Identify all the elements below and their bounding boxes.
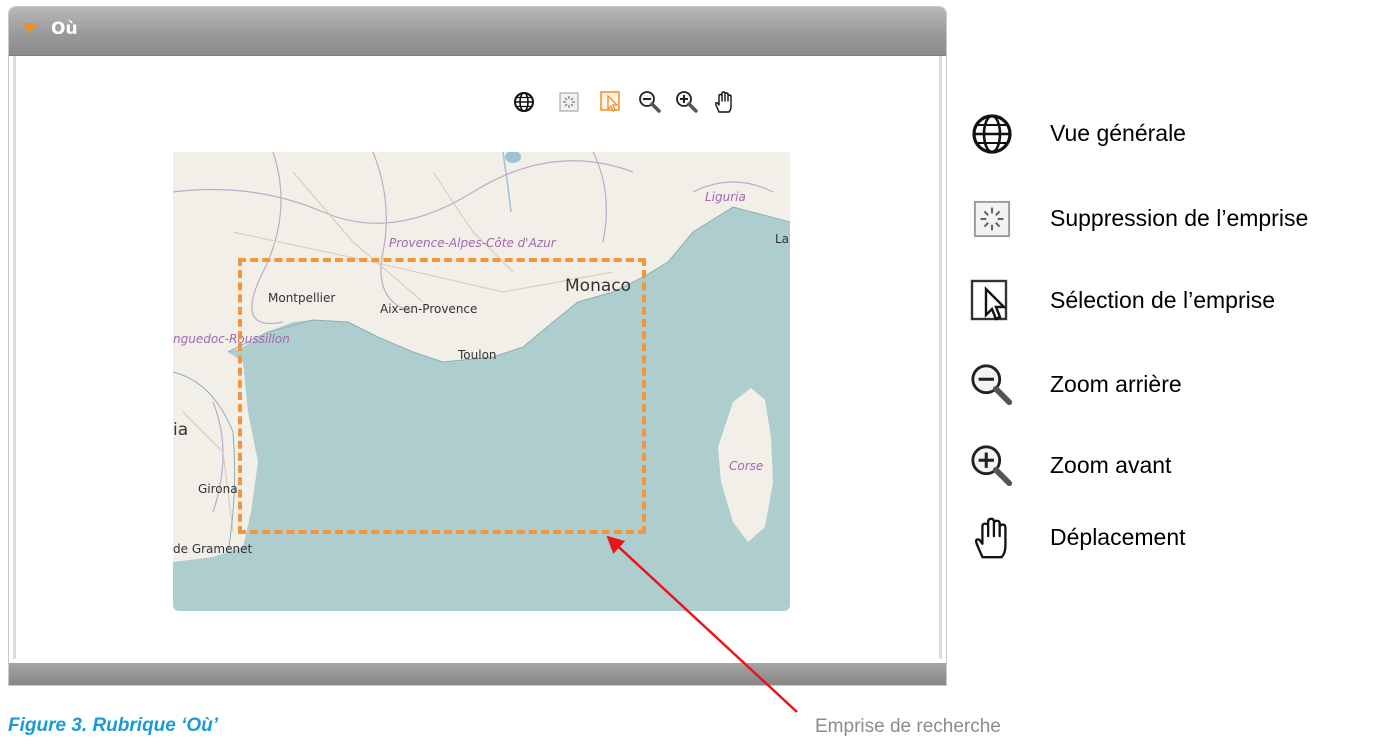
panel-header[interactable]: Où	[9, 7, 946, 56]
legend-item-remove-extent: Suppression de l’emprise	[966, 193, 1385, 243]
zoom-out-icon	[966, 359, 1018, 411]
map-label-ia: ia	[173, 420, 189, 440]
legend-label: Zoom arrière	[1050, 371, 1182, 397]
zoom-out-button[interactable]	[636, 88, 664, 116]
select-extent-icon	[966, 275, 1018, 327]
annotation-label: Emprise de recherche	[815, 716, 1001, 737]
zoom-out-icon	[639, 91, 661, 113]
legend-item-zoom-in: Zoom avant	[966, 440, 1385, 490]
legend-item-pan: Déplacement	[966, 512, 1385, 562]
panel-footer	[9, 663, 946, 685]
zoom-in-icon	[676, 91, 698, 113]
remove-extent-icon	[559, 92, 579, 112]
globe-icon	[514, 92, 534, 112]
globe-icon	[966, 108, 1018, 160]
map-label-la: La	[775, 232, 790, 246]
zoom-in-button[interactable]	[673, 88, 701, 116]
legend-label: Suppression de l’emprise	[1050, 205, 1309, 231]
select-extent-icon	[600, 91, 620, 112]
map-label-paca: Provence-Alpes-Côte d'Azur	[389, 236, 556, 250]
select-extent-button[interactable]	[597, 88, 625, 116]
legend-label: Déplacement	[1050, 524, 1186, 550]
map-toolbar	[0, 88, 800, 118]
panel-title: Où	[51, 19, 78, 39]
map-label-corse: Corse	[729, 459, 764, 473]
legend-label: Zoom avant	[1050, 452, 1172, 478]
legend-item-globe: Vue générale	[966, 108, 1385, 158]
globe-button[interactable]	[510, 88, 538, 116]
map-label-gramenet: de Gramenet	[173, 542, 253, 556]
pan-hand-icon	[966, 512, 1018, 564]
collapse-arrow-icon[interactable]	[23, 23, 37, 34]
legend-item-zoom-out: Zoom arrière	[966, 359, 1385, 409]
map-label-girona: Girona	[198, 482, 238, 496]
figure-caption: Figure 3. Rubrique ‘Où’	[8, 715, 219, 736]
remove-extent-button[interactable]	[555, 88, 583, 116]
search-extent-rectangle[interactable]	[238, 258, 646, 534]
zoom-in-icon	[966, 440, 1018, 492]
map-label-liguria: Liguria	[705, 190, 746, 204]
remove-extent-icon	[966, 193, 1018, 245]
legend-item-select-extent: Sélection de l’emprise	[966, 275, 1385, 325]
legend-label: Sélection de l’emprise	[1050, 287, 1276, 313]
pan-hand-icon	[715, 91, 732, 113]
legend-label: Vue générale	[1050, 120, 1186, 146]
pan-button[interactable]	[710, 88, 738, 116]
